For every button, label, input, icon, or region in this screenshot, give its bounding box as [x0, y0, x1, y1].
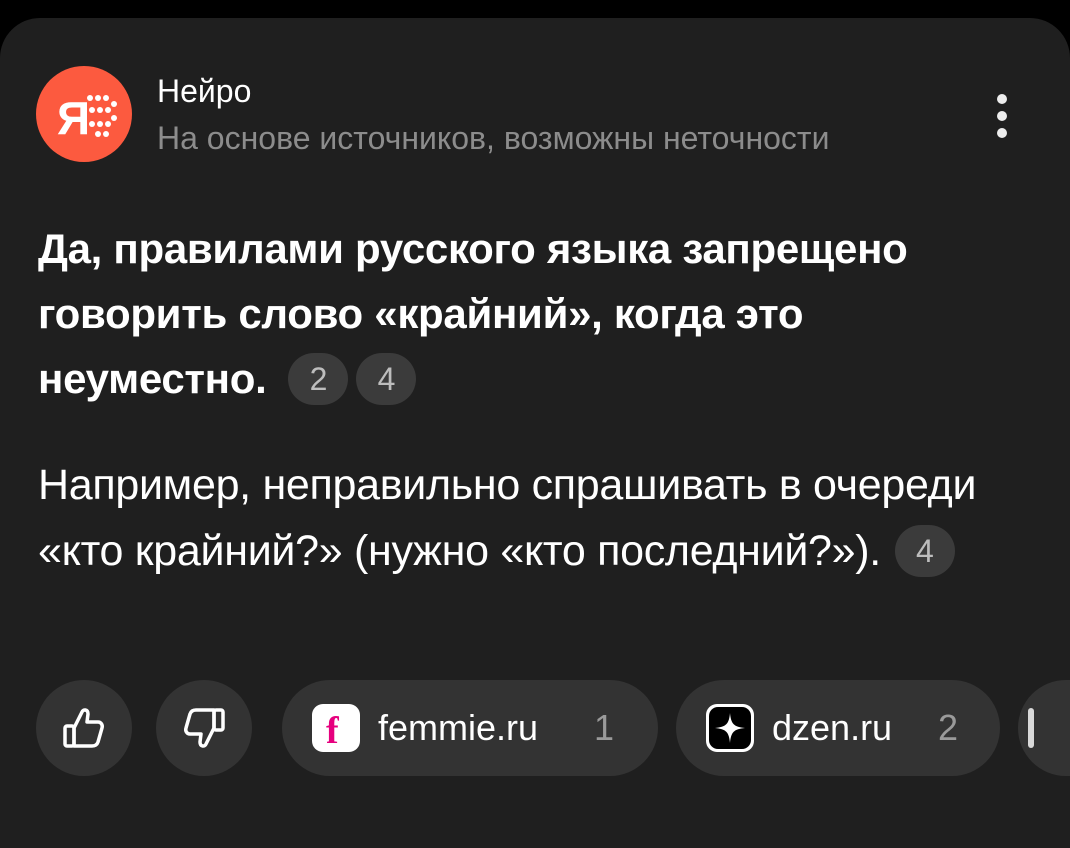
source-chip-femmie[interactable]: f femmie.ru 1 — [282, 680, 658, 776]
thumbs-up-icon — [63, 708, 104, 748]
source-name: dzen.ru — [772, 707, 893, 748]
svg-text:Я: Я — [57, 92, 90, 144]
vertical-dots-icon-dot — [997, 128, 1007, 138]
citation-badge[interactable]: 4 — [894, 525, 955, 577]
yandex-ya-dots-logo-icon: Я — [57, 92, 117, 144]
source-count: 2 — [938, 707, 959, 748]
vertical-dots-icon — [997, 94, 1007, 104]
femmie-f-icon: f — [312, 704, 360, 752]
source-chip-partial[interactable] — [1018, 680, 1070, 776]
svg-text:f: f — [326, 710, 340, 752]
neuro-answer-card: Я Нейро На основе источников, возможны н… — [0, 18, 1070, 848]
dislike-button[interactable] — [156, 680, 252, 776]
neuro-title: Нейро — [157, 73, 252, 109]
dzen-star-icon — [706, 704, 754, 752]
neuro-avatar: Я — [36, 66, 132, 162]
more-options-button[interactable] — [980, 86, 1024, 146]
source-count: 1 — [594, 707, 615, 748]
citation-badge[interactable]: 2 — [288, 353, 349, 405]
like-button[interactable] — [36, 680, 132, 776]
thumbs-down-icon — [184, 708, 225, 748]
source-chip-dzen[interactable]: dzen.ru 2 — [676, 680, 1000, 776]
answer-detail-sentence: Например, неправильно спрашивать в очере… — [38, 461, 977, 575]
partial-source-icon — [1028, 708, 1034, 748]
answer-detail-text: Например, неправильно спрашивать в очере… — [38, 452, 1028, 584]
answer-main-text: Да, правилами русского языка запрещено г… — [38, 216, 1028, 411]
disclaimer-subtitle: На основе источников, возможны неточност… — [157, 120, 830, 156]
source-name: femmie.ru — [378, 707, 539, 748]
vertical-dots-icon-dot — [997, 111, 1007, 121]
answer-main-sentence: Да, правилами русского языка запрещено г… — [38, 225, 908, 402]
citation-badge[interactable]: 4 — [356, 353, 417, 405]
